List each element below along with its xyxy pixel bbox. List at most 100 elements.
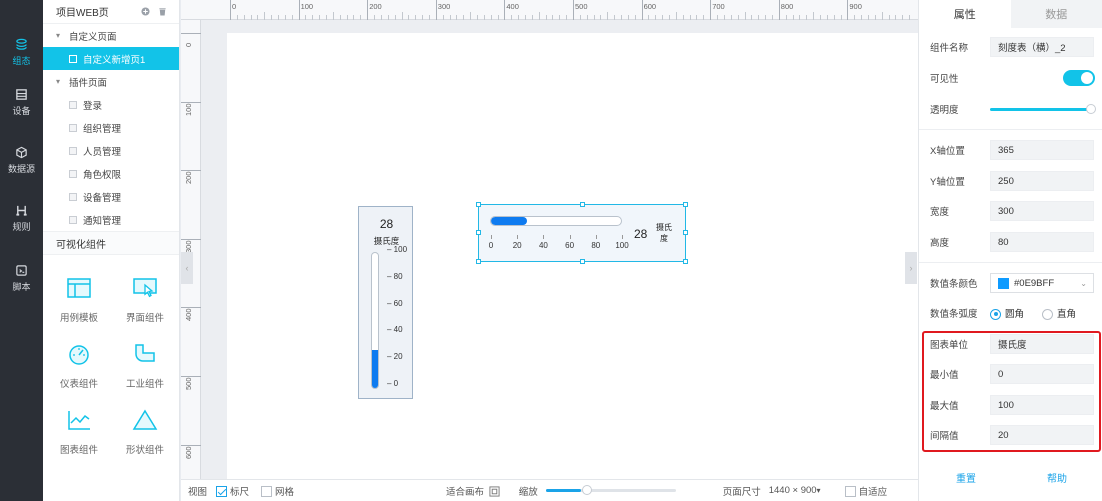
height-field[interactable]: 80 bbox=[990, 232, 1094, 252]
ruler-minor-tick bbox=[833, 15, 835, 20]
zoom-slider-knob[interactable] bbox=[581, 485, 592, 495]
trash-icon[interactable] bbox=[158, 7, 167, 16]
ruler-minor-tick bbox=[874, 15, 876, 20]
gauge-tube bbox=[371, 252, 379, 389]
component-template[interactable]: 用例模板 bbox=[45, 276, 113, 338]
ruler-minor-tick bbox=[374, 15, 376, 20]
nav-item-device[interactable]: 设备 bbox=[0, 80, 43, 130]
resize-handle[interactable] bbox=[580, 259, 585, 264]
ruler-label: 100 bbox=[300, 2, 314, 11]
opacity-slider-knob[interactable] bbox=[1086, 103, 1096, 114]
resize-handle[interactable] bbox=[580, 202, 585, 207]
tree-item[interactable]: 人员管理 bbox=[43, 139, 179, 162]
ruler-minor-tick bbox=[250, 15, 252, 20]
ruler-minor-tick bbox=[380, 15, 382, 20]
ruler-minor-tick bbox=[717, 15, 719, 20]
tree-group-custom[interactable]: ▾ 自定义页面 bbox=[43, 24, 179, 47]
bar-color-select[interactable]: #0E9BFF ⌄ bbox=[990, 273, 1094, 293]
tree-item[interactable]: 组织管理 bbox=[43, 116, 179, 139]
tree-item[interactable]: 登录 bbox=[43, 93, 179, 116]
radio-checked-icon[interactable] bbox=[990, 308, 1001, 320]
add-icon[interactable] bbox=[141, 7, 150, 16]
resize-handle[interactable] bbox=[683, 259, 688, 264]
ruler-minor-tick bbox=[332, 12, 334, 20]
vertical-scale-gauge[interactable]: 28 摄氏度 – 100– 80– 60– 40– 20– 0 bbox=[358, 206, 413, 399]
nav-label: 数据源 bbox=[7, 164, 35, 174]
ruler-minor-tick bbox=[394, 15, 396, 20]
resize-handle[interactable] bbox=[476, 202, 481, 207]
opacity-slider[interactable] bbox=[990, 103, 1096, 114]
tree-group-plugin[interactable]: ▾ 插件页面 bbox=[43, 70, 179, 93]
layers-icon bbox=[16, 38, 27, 50]
gauge-tick bbox=[569, 235, 571, 239]
nav-item-rule[interactable]: 规则 bbox=[0, 196, 43, 246]
grid-toggle[interactable]: 网格 bbox=[261, 484, 294, 498]
tree-item[interactable]: 通知管理 bbox=[43, 208, 179, 231]
ruler-label: 400 bbox=[184, 308, 193, 322]
ruler-label: 400 bbox=[506, 2, 519, 11]
tab-properties[interactable]: 属性 bbox=[919, 0, 1011, 28]
tree-item-selected-page[interactable]: 自定义新增页1 bbox=[43, 47, 179, 70]
x-position-field[interactable]: 365 bbox=[990, 140, 1094, 160]
ruler-toggle[interactable]: 标尺 bbox=[216, 484, 249, 498]
y-position-field[interactable]: 250 bbox=[990, 171, 1094, 191]
gauge-tick bbox=[517, 235, 519, 239]
ruler-minor-tick bbox=[463, 15, 465, 20]
nav-label: 规则 bbox=[12, 222, 31, 232]
component-gauge[interactable]: 仪表组件 bbox=[45, 342, 113, 404]
chevron-down-icon: ⌄ bbox=[1080, 278, 1087, 288]
prop-row-bar-color: 数值条颜色 #0E9BFF ⌄ bbox=[919, 272, 1102, 294]
page-tree-panel: 项目WEB页 ▾ 自定义页面 自定义新增页1 ▾ 插件页面 登录 组织管理 人员管理… bbox=[43, 0, 180, 501]
ruler-toggle-label: 标尺 bbox=[230, 486, 250, 498]
reset-button[interactable]: 重置 bbox=[956, 470, 976, 485]
visibility-toggle[interactable] bbox=[1063, 70, 1095, 86]
tree-item[interactable]: 设备管理 bbox=[43, 185, 179, 208]
resize-handle[interactable] bbox=[683, 202, 688, 207]
component-chart[interactable]: 图表组件 bbox=[45, 408, 113, 470]
zoom-slider-fill bbox=[545, 489, 581, 492]
fit-screen-icon bbox=[489, 486, 500, 498]
tree-item-label: 人员管理 bbox=[83, 146, 122, 158]
prop-label: 数值条弧度 bbox=[930, 309, 978, 320]
ruler-minor-tick bbox=[785, 15, 787, 20]
component-ui[interactable]: 界面组件 bbox=[111, 276, 179, 338]
tree-item[interactable]: 角色权限 bbox=[43, 162, 179, 185]
collapse-right-icon[interactable]: › bbox=[905, 252, 917, 284]
checkbox-icon[interactable] bbox=[844, 486, 856, 498]
radius-straight-option[interactable]: 直角 bbox=[1042, 306, 1076, 320]
checkbox-icon[interactable] bbox=[261, 486, 273, 498]
resize-handle[interactable] bbox=[476, 230, 481, 235]
adaptive-toggle[interactable]: 自适应 bbox=[844, 484, 887, 498]
component-industrial[interactable]: 工业组件 bbox=[111, 342, 179, 404]
help-button[interactable]: 帮助 bbox=[1047, 470, 1067, 485]
nav-label: 脚本 bbox=[12, 282, 31, 292]
grid-toggle-label: 网格 bbox=[275, 486, 295, 498]
gauge-tick bbox=[491, 235, 492, 239]
radio-icon[interactable] bbox=[1042, 308, 1053, 320]
nav-item-datasource[interactable]: 数据源 bbox=[0, 138, 43, 188]
component-label: 界面组件 bbox=[125, 313, 164, 324]
component-shape[interactable]: 形状组件 bbox=[111, 408, 179, 470]
divider bbox=[919, 262, 1102, 263]
tab-data[interactable]: 数据 bbox=[1010, 0, 1102, 28]
collapse-left-icon[interactable]: ‹ bbox=[181, 252, 193, 284]
ruler-minor-tick bbox=[627, 15, 629, 20]
fit-canvas-button[interactable]: 适合画布 bbox=[446, 484, 500, 498]
resize-handle[interactable] bbox=[683, 230, 688, 235]
checkbox-checked-icon[interactable] bbox=[216, 486, 228, 498]
zoom-slider[interactable] bbox=[545, 485, 676, 495]
prop-row-visible: 可见性 bbox=[919, 67, 1102, 89]
zoom-label: 缩放 bbox=[518, 486, 538, 498]
page-size-select[interactable]: 1440 × 900▾ bbox=[769, 485, 821, 496]
radius-round-option[interactable]: 圆角 bbox=[990, 306, 1024, 320]
resize-handle[interactable] bbox=[476, 259, 481, 264]
ruler-minor-tick bbox=[579, 15, 581, 20]
nav-item-script[interactable]: 脚本 bbox=[0, 256, 43, 306]
ruler-minor-tick bbox=[840, 15, 842, 20]
horizontal-scale-gauge[interactable]: 0 20 40 60 80 100 28 摄氏度 bbox=[476, 202, 688, 264]
nav-item-zutai[interactable]: 组态 bbox=[0, 30, 43, 80]
width-field[interactable]: 300 bbox=[990, 201, 1094, 221]
gauge-tick bbox=[543, 235, 545, 239]
component-name-field[interactable]: 刻度表（横）_2 bbox=[990, 37, 1094, 57]
ruler-minor-tick bbox=[621, 15, 623, 20]
